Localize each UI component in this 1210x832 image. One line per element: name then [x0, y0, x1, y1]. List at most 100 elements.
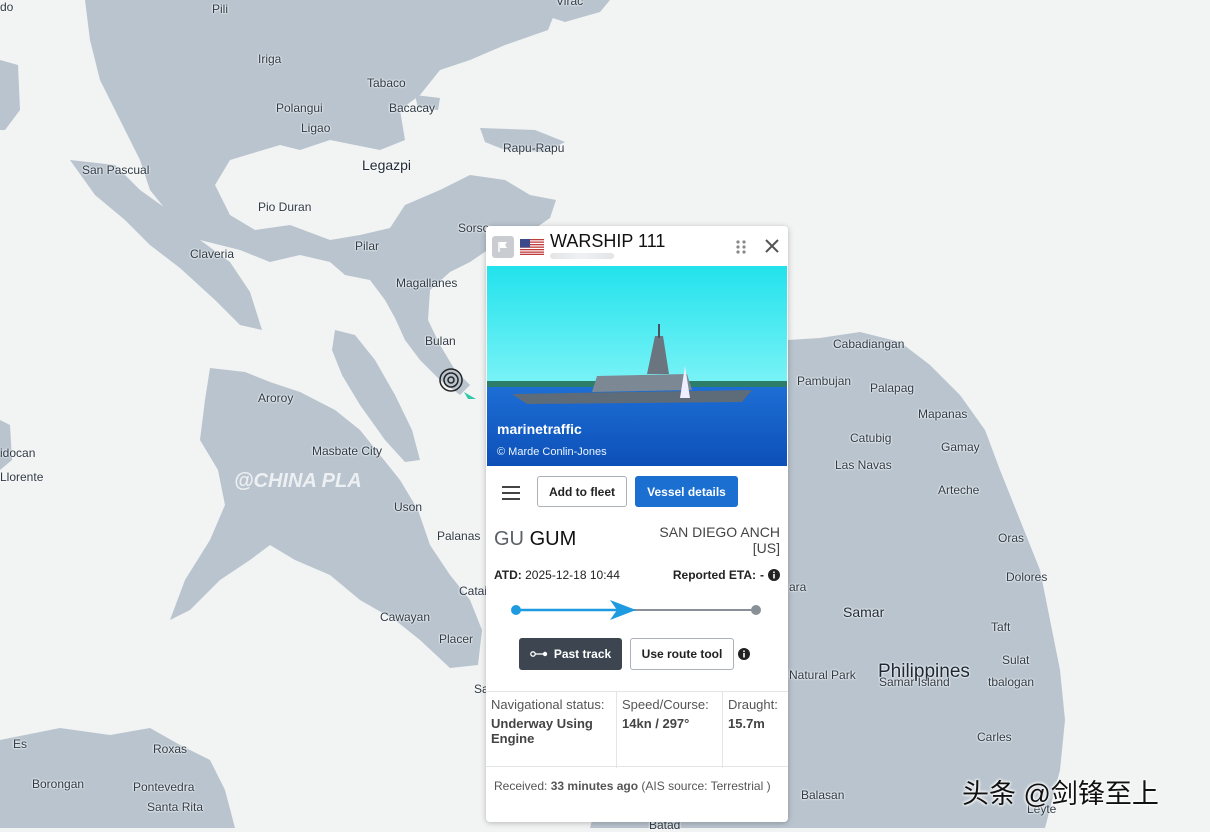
atd-label: ATD: — [494, 568, 522, 582]
place-label: Sorso — [458, 221, 490, 235]
photo-brand: marinetraffic — [497, 421, 582, 437]
place-label: Claveria — [190, 247, 235, 261]
flag-report-button[interactable] — [492, 236, 514, 258]
place-label: Es — [13, 737, 28, 751]
place-label: Pontevedra — [133, 780, 195, 794]
place-label: Catubig — [850, 431, 892, 445]
place-label: Taft — [991, 620, 1011, 634]
place-label: Cabadiangan — [833, 337, 905, 351]
place-label: Uson — [394, 500, 423, 514]
hamburger-menu-icon[interactable] — [502, 486, 520, 500]
popup-toolbar: Add to fleet Vessel details — [486, 476, 788, 508]
place-label: tbalogan — [988, 675, 1035, 689]
vessel-type-blurred — [550, 253, 614, 259]
place-label: Bacacay — [389, 101, 436, 115]
place-label: Magallanes — [396, 276, 458, 290]
place-label: Balasan — [801, 788, 845, 802]
place-label: Bulan — [425, 334, 456, 348]
origin-country: [US] — [752, 540, 780, 556]
received-label: Received: — [494, 779, 548, 793]
place-label: do — [0, 0, 14, 14]
close-icon[interactable] — [764, 238, 780, 254]
popup-header: WARSHIP 111 — [486, 226, 788, 266]
vessel-position-marker-icon[interactable] — [439, 368, 463, 392]
place-label: Pili — [212, 2, 229, 16]
place-label: Iriga — [258, 52, 282, 66]
place-label: Placer — [439, 632, 474, 646]
place-label: Ligao — [301, 121, 331, 135]
past-track-icon — [529, 651, 548, 657]
voyage-progress-bar — [511, 600, 761, 620]
track-actions: Past track Use route tool — [486, 638, 788, 670]
vessel-heading-arrow-icon[interactable] — [464, 390, 476, 400]
vessel-details-button[interactable]: Vessel details — [635, 476, 738, 507]
place-label: Las Navas — [835, 458, 892, 472]
draught-cell: Draught: 15.7m — [723, 692, 788, 768]
place-label: Borongan — [32, 777, 85, 791]
atd-value: 2025-12-18 10:44 — [525, 568, 620, 582]
draught-value: 15.7m — [728, 716, 765, 731]
place-label: Tabaco — [367, 76, 406, 90]
place-label: Gamay — [941, 440, 980, 454]
past-track-button[interactable]: Past track — [519, 638, 622, 670]
origin-name: SAN DIEGO ANCH — [659, 524, 780, 540]
place-label: Oras — [998, 531, 1025, 545]
place-label: Mapanas — [918, 407, 968, 421]
origin-port: SAN DIEGO ANCH [US] — [659, 524, 780, 556]
place-label: Roxas — [153, 742, 188, 756]
vessel-photo[interactable]: marinetraffic © Marde Conlin-Jones — [487, 266, 787, 466]
place-label: Santa Rita — [147, 800, 204, 814]
us-flag-icon — [520, 239, 544, 255]
vessel-stats: Navigational status: Underway Using Engi… — [486, 691, 788, 768]
nav-status-cell: Navigational status: Underway Using Engi… — [486, 692, 617, 768]
place-label: Samar — [843, 604, 885, 620]
place-label: Palanas — [437, 529, 481, 543]
place-label: Samar Island — [879, 675, 950, 689]
place-label: San Pascual — [82, 163, 150, 177]
received-info: Received: 33 minutes ago (AIS source: Te… — [494, 776, 782, 796]
route-tool-info-icon[interactable] — [738, 648, 750, 660]
drag-handle-icon[interactable] — [734, 238, 748, 256]
use-route-tool-button[interactable]: Use route tool — [630, 638, 734, 670]
nav-status-value: Underway Using Engine — [491, 716, 593, 746]
map-watermark: @CHINA PLA — [234, 470, 362, 492]
place-label: Rapu-Rapu — [503, 141, 565, 155]
past-track-label: Past track — [553, 647, 612, 661]
corner-watermark: 头条 @剑锋至上 — [962, 779, 1159, 809]
speed-course-value: 14kn / 297° — [622, 716, 690, 731]
place-label: Virac — [556, 0, 584, 8]
departure-dot — [511, 605, 521, 615]
place-label: Masbate City — [312, 444, 383, 458]
eta-info: Reported ETA: - — [673, 568, 780, 582]
eta-info-icon[interactable] — [768, 569, 780, 581]
place-label: Carles — [977, 730, 1012, 744]
eta-label: Reported ETA: — [672, 568, 756, 582]
place-label: Natural Park — [789, 668, 856, 682]
atd-info: ATD: 2025-12-18 10:44 — [494, 568, 620, 582]
place-label: Palapag — [870, 381, 915, 395]
draught-label: Draught: — [728, 697, 778, 712]
place-label: Aroroy — [258, 391, 294, 405]
arrival-dot — [751, 605, 761, 615]
place-label: Dolores — [1006, 570, 1048, 584]
place-label: Pambujan — [797, 374, 852, 388]
flag-icon — [498, 242, 507, 252]
destination-country-code: GU — [494, 528, 524, 550]
place-label: Cawayan — [380, 610, 431, 624]
destination-port: GUM — [529, 528, 577, 550]
photo-credit: © Marde Conlin-Jones — [497, 446, 607, 458]
speed-course-cell: Speed/Course: 14kn / 297° — [617, 692, 723, 768]
add-to-fleet-button[interactable]: Add to fleet — [537, 476, 627, 507]
received-source: (AIS source: Terrestrial ) — [641, 779, 771, 793]
destination: GU GUM — [494, 528, 576, 551]
place-label: Pilar — [355, 239, 380, 253]
place-label: Catai — [459, 584, 488, 598]
received-value: 33 minutes ago — [550, 779, 639, 793]
speed-course-label: Speed/Course: — [622, 697, 709, 712]
place-label: ara — [789, 580, 807, 594]
nav-status-label: Navigational status: — [491, 697, 605, 712]
place-label: Polangui — [276, 101, 323, 115]
place-label: Arteche — [938, 483, 980, 497]
place-label: idocan — [0, 446, 36, 460]
place-label: Pio Duran — [258, 200, 312, 214]
